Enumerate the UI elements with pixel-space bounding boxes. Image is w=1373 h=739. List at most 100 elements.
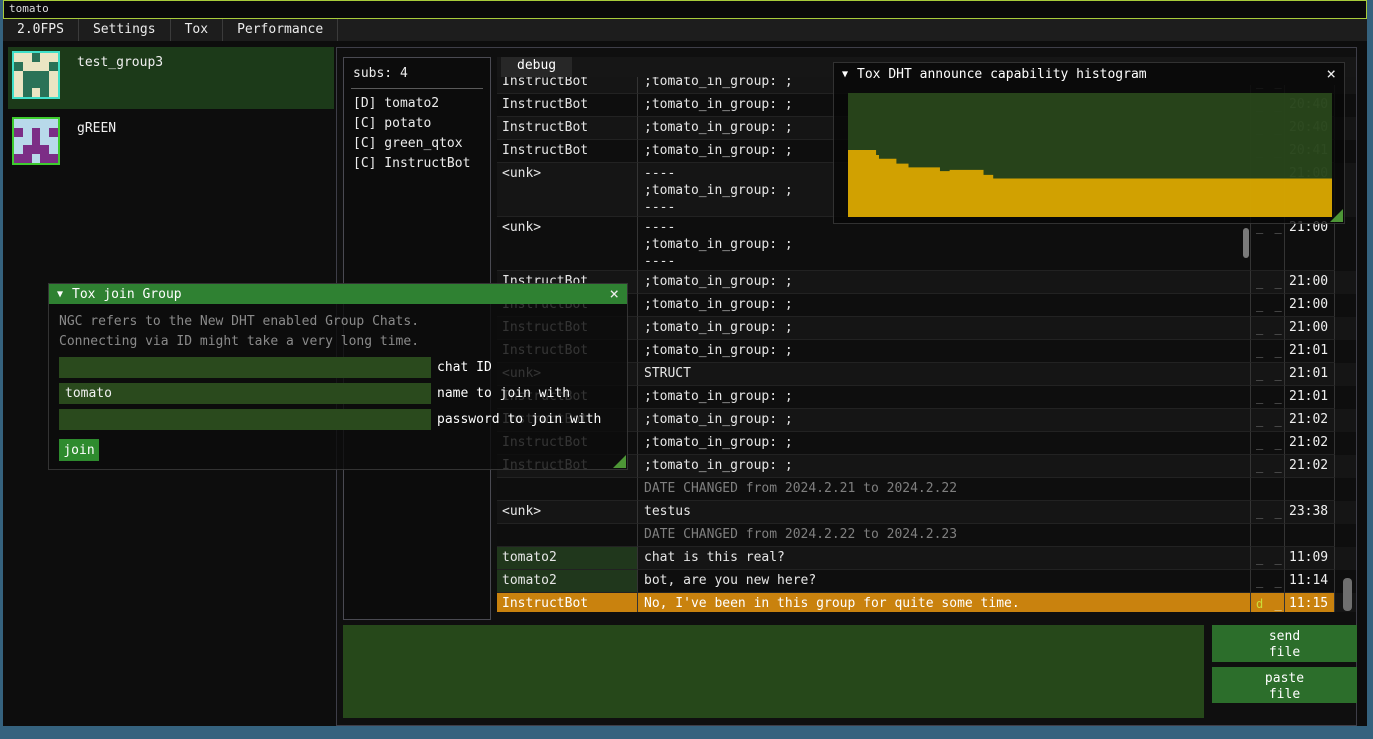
histogram-window: ▼ Tox DHT announce capability histogram … <box>833 62 1345 224</box>
join-password-input[interactable] <box>59 409 431 430</box>
join-group-dialog: ▼ Tox join Group × NGC refers to the New… <box>48 283 628 470</box>
join-name-input[interactable] <box>59 383 431 404</box>
message-time: 11:09 <box>1285 547 1335 570</box>
message-time: 21:02 <box>1285 409 1335 432</box>
message-time: 21:00 <box>1285 294 1335 317</box>
member-item[interactable]: [D] tomato2 <box>344 94 490 114</box>
join-password-input-label: password to join with <box>431 412 601 427</box>
message-text: ;tomato_in_group: ; <box>638 455 1251 478</box>
paste-file-button[interactable]: paste file <box>1212 667 1357 703</box>
message-status: _ _ <box>1251 340 1285 363</box>
group-avatar <box>12 51 60 99</box>
message-time: 21:00 <box>1285 317 1335 340</box>
message-status: _ _ <box>1251 317 1285 340</box>
message-status: _ _ <box>1251 409 1285 432</box>
message-text: ;tomato_in_group: ; <box>638 294 1251 317</box>
join-dialog-title-bar[interactable]: ▼ Tox join Group × <box>49 284 627 304</box>
group-avatar <box>12 117 60 165</box>
message-status: _ _ <box>1251 294 1285 317</box>
date-changed-text: DATE CHANGED from 2024.2.21 to 2024.2.22 <box>638 478 1251 501</box>
send-file-button[interactable]: send file <box>1212 625 1357 662</box>
member-item[interactable]: [C] green_qtox <box>344 134 490 154</box>
member-item[interactable]: [C] InstructBot <box>344 154 490 174</box>
message-text: ;tomato_in_group: ; <box>638 340 1251 363</box>
menu-item-tox[interactable]: Tox <box>171 19 223 41</box>
message-time: 21:01 <box>1285 340 1335 363</box>
collapse-triangle-icon[interactable]: ▼ <box>57 289 63 300</box>
join-field-row: password to join with <box>59 409 617 430</box>
collapse-triangle-icon[interactable]: ▼ <box>842 69 848 80</box>
message-status <box>1251 478 1285 501</box>
group-name: gREEN <box>77 121 116 136</box>
message-status: _ _ <box>1251 501 1285 524</box>
member-list: [D] tomato2[C] potato[C] green_qtox[C] I… <box>344 94 490 174</box>
menu-item-settings[interactable]: Settings <box>79 19 171 41</box>
message-time: 21:00 <box>1285 217 1335 271</box>
message-row[interactable]: InstructBotNo, I've been in this group f… <box>497 593 1356 612</box>
message-status: _ _ <box>1251 217 1285 271</box>
message-row[interactable]: tomato2bot, are you new here?_ _11:14 <box>497 570 1356 593</box>
menu-item-2-0fps[interactable]: 2.0FPS <box>3 19 79 41</box>
message-status: d _ <box>1251 593 1285 612</box>
message-author <box>497 478 638 501</box>
group-item-test-group3[interactable]: test_group3 <box>8 47 334 109</box>
histogram-window-title: Tox DHT announce capability histogram <box>857 67 1147 82</box>
message-row[interactable]: <unk>---- ;tomato_in_group: ; ----_ _21:… <box>497 217 1356 271</box>
message-author: InstructBot <box>497 593 638 612</box>
histogram-window-title-bar[interactable]: ▼ Tox DHT announce capability histogram … <box>834 63 1344 85</box>
ngc-info-line: NGC refers to the New DHT enabled Group … <box>59 312 617 332</box>
close-icon[interactable]: × <box>1326 64 1336 84</box>
message-text: ;tomato_in_group: ; <box>638 317 1251 340</box>
message-status: _ _ <box>1251 363 1285 386</box>
date-separator-row[interactable]: DATE CHANGED from 2024.2.22 to 2024.2.23 <box>497 524 1356 547</box>
window-title-bar[interactable]: tomato <box>3 0 1367 19</box>
join-fields: chat ID name to join with password to join… <box>59 357 617 430</box>
message-text: testus <box>638 501 1251 524</box>
message-status: _ _ <box>1251 432 1285 455</box>
date-separator-row[interactable]: DATE CHANGED from 2024.2.21 to 2024.2.22 <box>497 478 1356 501</box>
message-author: InstructBot <box>497 117 638 140</box>
message-row[interactable]: <unk>testus_ _23:38 <box>497 501 1356 524</box>
menu-item-performance[interactable]: Performance <box>223 19 338 41</box>
inner-scrollbar-thumb[interactable] <box>1243 228 1249 258</box>
message-time: 11:14 <box>1285 570 1335 593</box>
message-author: <unk> <box>497 163 638 217</box>
chat-scrollbar-thumb[interactable] <box>1343 578 1352 611</box>
message-time <box>1285 524 1335 547</box>
message-status: _ _ <box>1251 547 1285 570</box>
message-author: tomato2 <box>497 570 638 593</box>
close-icon[interactable]: × <box>609 284 619 304</box>
join-button[interactable]: join <box>59 439 99 461</box>
message-author <box>497 524 638 547</box>
message-status: _ _ <box>1251 570 1285 593</box>
resize-grip[interactable] <box>1330 209 1343 222</box>
message-text: No, I've been in this group for quite so… <box>638 593 1251 612</box>
message-status <box>1251 524 1285 547</box>
message-author: InstructBot <box>497 140 638 163</box>
member-count: subs: 4 <box>344 58 490 85</box>
message-text: chat is this real? <box>638 547 1251 570</box>
chat-id-input[interactable] <box>59 357 431 378</box>
message-text: bot, are you new here? <box>638 570 1251 593</box>
group-item-green[interactable]: gREEN <box>8 113 334 175</box>
message-time: 21:02 <box>1285 432 1335 455</box>
message-time: 21:00 <box>1285 271 1335 294</box>
desktop: tomato 2.0FPSSettingsToxPerformance test… <box>0 0 1373 739</box>
message-row[interactable]: tomato2chat is this real?_ _11:09 <box>497 547 1356 570</box>
message-status: _ _ <box>1251 455 1285 478</box>
tab-debug[interactable]: debug <box>501 57 572 77</box>
resize-grip[interactable] <box>613 455 626 468</box>
message-author: InstructBot <box>497 77 638 94</box>
message-input[interactable] <box>343 625 1204 718</box>
dht-capability-histogram <box>848 93 1332 217</box>
message-author: <unk> <box>497 217 638 271</box>
chat-id-input-label: chat ID <box>431 360 492 375</box>
message-text: ;tomato_in_group: ; <box>638 432 1251 455</box>
member-item[interactable]: [C] potato <box>344 114 490 134</box>
message-time <box>1285 478 1335 501</box>
message-text: ;tomato_in_group: ; <box>638 409 1251 432</box>
ngc-info-line: Connecting via ID might take a very long… <box>59 332 617 352</box>
join-dialog-body: NGC refers to the New DHT enabled Group … <box>49 304 627 461</box>
join-field-row: name to join with <box>59 383 617 404</box>
message-author: tomato2 <box>497 547 638 570</box>
